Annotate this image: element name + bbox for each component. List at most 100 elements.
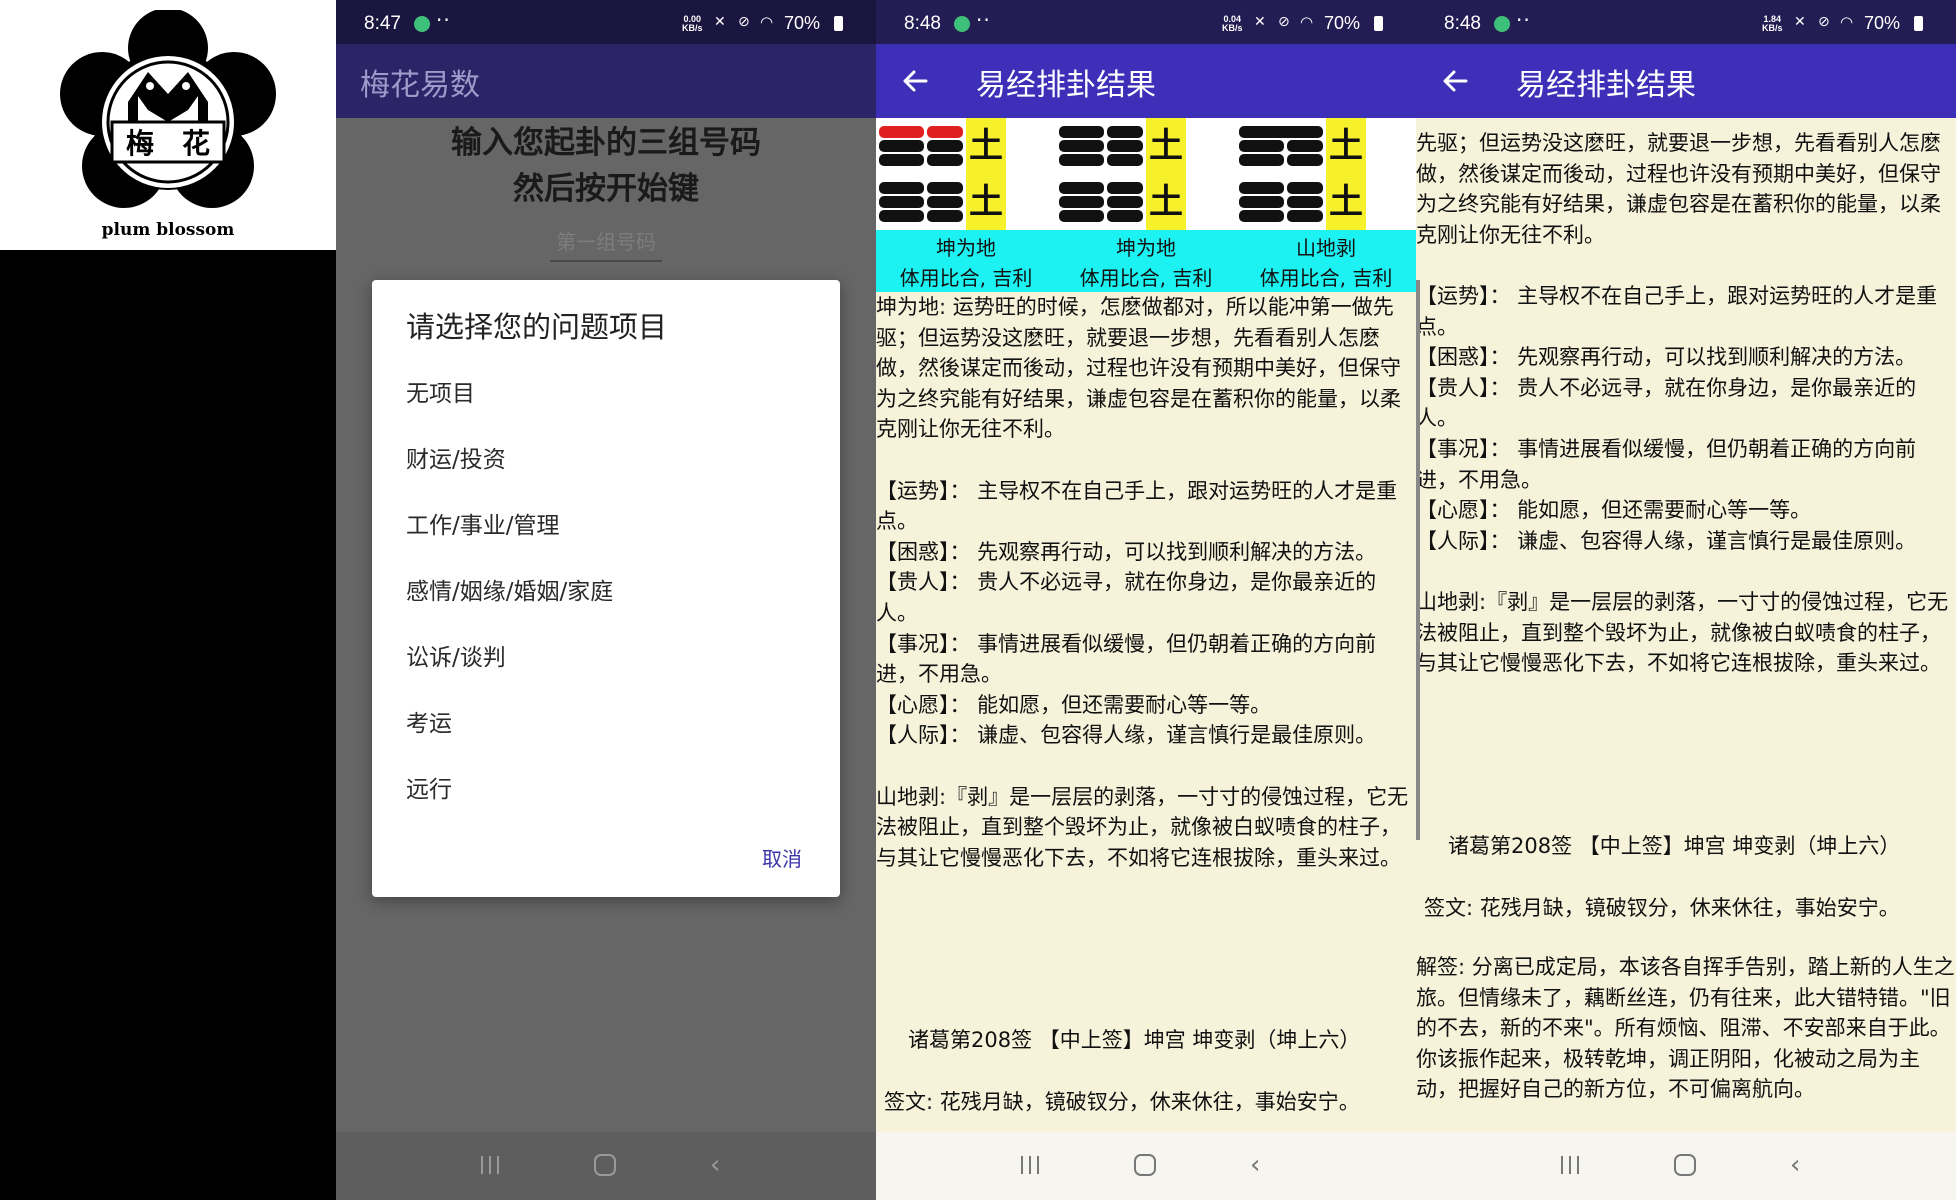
- nav-bar: ‹: [876, 1132, 1416, 1200]
- yang-line: [1239, 126, 1323, 138]
- vibrate-off-icon: ⊘: [738, 14, 750, 30]
- back-arrow-icon[interactable]: [1438, 64, 1472, 98]
- mute-icon: ✕: [1254, 14, 1266, 30]
- recent-apps-button[interactable]: [479, 1156, 501, 1174]
- battery-icon: [1914, 16, 1923, 31]
- dialog-title: 请选择您的问题项目: [406, 310, 668, 344]
- plum-blossom-emblem-icon: 梅 花: [60, 10, 276, 208]
- yin-line: [1059, 196, 1104, 208]
- wifi-icon: ◠: [1300, 13, 1314, 31]
- yin-line: [1239, 196, 1284, 208]
- logo-char-plum: 梅: [126, 127, 154, 160]
- network-speed: 0.04 KB/s: [1222, 14, 1243, 33]
- option-exam[interactable]: 考运: [406, 704, 452, 738]
- hexagram-grid: 土 土 土 土 土 土: [876, 118, 1416, 230]
- sign-explanation: 解签: 分离已成定局，本该各自挥手告别，踏上新的人生之旅。但情缘未了，藕断丝连，…: [1416, 955, 1955, 1102]
- logo-caption: plum blossom: [101, 220, 235, 240]
- cancel-button[interactable]: 取消: [762, 843, 802, 872]
- changing-yin-line: [879, 126, 924, 138]
- hexagram-mutual: 土 土: [1056, 118, 1236, 230]
- battery-icon: [834, 16, 843, 31]
- yin-line: [1107, 196, 1143, 208]
- element-upper: 土: [966, 118, 1006, 174]
- wifi-icon: ◠: [760, 13, 774, 31]
- network-speed: 0.00 KB/s: [682, 14, 703, 33]
- shield-icon: [954, 16, 970, 32]
- yin-line: [1107, 126, 1143, 138]
- yin-line: [1287, 154, 1323, 166]
- result-body: 先驱；但运势没这麽旺，就要退一步想，先看看别人怎麽做，然後谋定而後动，过程也许没…: [1416, 131, 1949, 676]
- scrollbar-thumb[interactable]: [1416, 280, 1420, 840]
- back-nav-button[interactable]: ‹: [710, 1152, 720, 1178]
- network-speed: 1.84 KB/s: [1762, 14, 1783, 33]
- input-prompt: 输入您起卦的三组号码 然后按开始键: [336, 118, 876, 212]
- element-upper: 土: [1326, 118, 1366, 174]
- phone-screen-result-scrolled: 先驱；但运势没这麽旺，就要退一步想，先看看别人怎麽做，然後谋定而後动，过程也许没…: [1416, 0, 1956, 1200]
- question-dialog: 请选择您的问题项目 无项目 财运/投资 工作/事业/管理 感情/姻缘/婚姻/家庭…: [372, 280, 840, 897]
- nav-bar: ‹: [1416, 1132, 1956, 1200]
- option-career[interactable]: 工作/事业/管理: [406, 506, 560, 540]
- yin-line: [879, 182, 924, 194]
- result-body: 坤为地: 运势旺的时候，怎麽做都对，所以能冲第一做先驱；但运势没这麽旺，就要退一…: [876, 295, 1409, 870]
- hexagram-name: 山地剥: [1296, 236, 1356, 260]
- phone-screen-result: 8:48 ·· 0.04 KB/s ✕ ⊘ ◠ 70% 易经排卦结果 土 土 土…: [876, 0, 1416, 1200]
- app-bar: 易经排卦结果: [1416, 44, 1956, 118]
- back-arrow-icon[interactable]: [898, 64, 932, 98]
- more-notifications-icon: ··: [976, 8, 991, 32]
- yin-line: [927, 154, 963, 166]
- home-button[interactable]: [594, 1154, 616, 1176]
- home-button[interactable]: [1674, 1154, 1696, 1176]
- hexagram-relation: 体用比合, 吉利: [899, 266, 1033, 290]
- yin-line: [1059, 182, 1104, 194]
- shield-icon: [1494, 16, 1510, 32]
- battery-percent: 70%: [1324, 13, 1361, 33]
- yin-line: [927, 140, 963, 152]
- option-lawsuit[interactable]: 讼诉/谈判: [406, 638, 506, 672]
- prompt-line: 输入您起卦的三组号码: [451, 125, 761, 161]
- back-nav-button[interactable]: ‹: [1250, 1152, 1260, 1178]
- yin-line: [879, 140, 924, 152]
- yin-line: [879, 210, 924, 222]
- yin-line: [927, 196, 963, 208]
- recent-apps-button[interactable]: [1559, 1156, 1581, 1174]
- sign-title: 诸葛第208签 【中上签】坤宫 坤变剥（坤上六）: [908, 1028, 1361, 1052]
- option-none[interactable]: 无项目: [406, 374, 475, 408]
- yin-line: [1239, 210, 1284, 222]
- mute-icon: ✕: [714, 14, 726, 30]
- option-relationship[interactable]: 感情/姻缘/婚姻/家庭: [406, 572, 613, 606]
- logo-char-flower: 花: [182, 127, 210, 160]
- back-nav-button[interactable]: ‹: [1790, 1152, 1800, 1178]
- yin-line: [1239, 140, 1284, 152]
- nav-bar: ‹: [336, 1132, 876, 1200]
- battery-percent: 70%: [784, 13, 821, 33]
- more-notifications-icon: ··: [436, 8, 451, 32]
- yin-line: [879, 154, 924, 166]
- yin-line: [1059, 126, 1104, 138]
- sign-text: 签文: 花残月缺，镜破钗分，休来休往，事始安宁。: [884, 1090, 1360, 1114]
- yin-line: [879, 196, 924, 208]
- vibrate-off-icon: ⊘: [1278, 14, 1290, 30]
- first-number-input[interactable]: 第一组号码: [550, 226, 662, 262]
- hexagram-labels: 坤为地 坤为地 山地剥 体用比合, 吉利 体用比合, 吉利 体用比合, 吉利: [876, 230, 1416, 292]
- more-notifications-icon: ··: [1516, 8, 1531, 32]
- element-upper: 土: [1146, 118, 1186, 174]
- yin-line: [927, 182, 963, 194]
- yin-line: [1059, 140, 1104, 152]
- battery-icon: [1374, 16, 1383, 31]
- home-button[interactable]: [1134, 1154, 1156, 1176]
- vibrate-off-icon: ⊘: [1818, 14, 1830, 30]
- prompt-line: 然后按开始键: [513, 171, 699, 207]
- shield-icon: [414, 16, 430, 32]
- option-travel[interactable]: 远行: [406, 770, 452, 804]
- hexagram-changed: 土 土: [1236, 118, 1416, 230]
- app-bar: 梅花易数: [336, 44, 876, 118]
- status-bar: 8:47 ·· 0.00 KB/s ✕ ⊘ ◠ 70%: [336, 0, 876, 44]
- element-lower: 土: [966, 174, 1006, 230]
- yin-line: [1287, 210, 1323, 222]
- recent-apps-button[interactable]: [1019, 1156, 1041, 1174]
- sign-title: 诸葛第208签 【中上签】坤宫 坤变剥（坤上六）: [1448, 834, 1901, 858]
- status-time: 8:48: [1444, 13, 1481, 34]
- battery-percent: 70%: [1864, 13, 1901, 33]
- option-wealth[interactable]: 财运/投资: [406, 440, 506, 474]
- hexagram-name: 坤为地: [936, 236, 996, 260]
